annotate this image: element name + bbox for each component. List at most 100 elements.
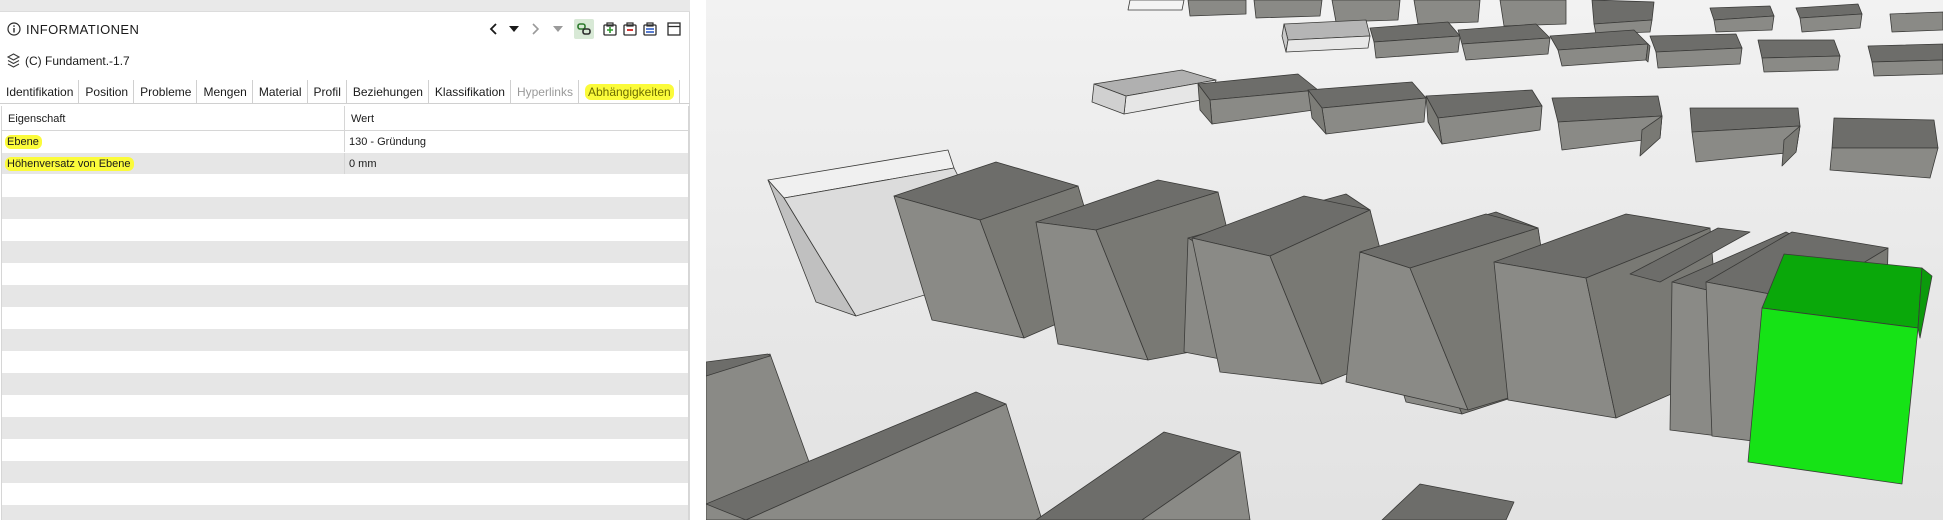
stack-icon: [6, 53, 21, 68]
property-cell: Höhenversatz von Ebene: [2, 153, 345, 174]
empty-row: [2, 175, 688, 197]
empty-row: [2, 461, 688, 483]
tab-label: Material: [258, 85, 302, 99]
add-to-group-button[interactable]: [600, 19, 620, 39]
element-name: (C) Fundament.-1.7: [25, 54, 130, 68]
foundation-block[interactable]: [1425, 89, 1543, 145]
foundation-block[interactable]: [1689, 107, 1801, 167]
empty-row: [2, 483, 688, 505]
remove-group-icon: [623, 22, 637, 36]
info-icon: [7, 22, 21, 36]
foundation-block[interactable]: [1649, 33, 1743, 69]
chevron-left-icon: [489, 23, 497, 35]
empty-row: [2, 439, 688, 461]
tab-beziehungen[interactable]: Beziehungen: [347, 80, 429, 103]
properties-table: Eigenschaft Wert Ebene 130 - Gründung Hö…: [1, 106, 689, 520]
foundation-block[interactable]: [1091, 69, 1217, 115]
foundation-block[interactable]: [1281, 19, 1371, 53]
empty-row: [2, 351, 688, 373]
foundation-block[interactable]: [1829, 117, 1939, 179]
chain-link-icon: [577, 23, 591, 35]
foundation-block[interactable]: [1413, 0, 1481, 25]
column-header-property[interactable]: Eigenschaft: [2, 106, 345, 130]
panel-header: INFORMATIONEN: [0, 12, 690, 46]
element-line: (C) Fundament.-1.7: [0, 50, 690, 72]
foundation-block[interactable]: [1591, 0, 1655, 35]
tab-profil[interactable]: Profil: [308, 80, 347, 103]
empty-row: [2, 373, 688, 395]
foundation-block[interactable]: [1035, 431, 1251, 520]
tab-klassifikation[interactable]: Klassifikation: [429, 80, 511, 103]
tab-label: Abhängigkeiten: [584, 84, 674, 100]
column-header-value[interactable]: Wert: [345, 106, 374, 130]
foundation-block[interactable]: [1381, 483, 1515, 520]
filter-button[interactable]: [548, 19, 568, 39]
property-name: Ebene: [5, 135, 42, 149]
tab-label: Position: [85, 85, 129, 99]
foundation-block[interactable]: [1867, 43, 1943, 77]
foundation-block[interactable]: [1187, 0, 1247, 17]
foundation-block[interactable]: [1499, 0, 1567, 27]
window-button[interactable]: [664, 19, 684, 39]
add-group-icon: [603, 22, 617, 36]
tab-mengen[interactable]: Mengen: [197, 80, 253, 103]
foundation-block[interactable]: [1795, 3, 1863, 33]
foundation-block[interactable]: [1549, 29, 1651, 67]
foundation-block[interactable]: [1307, 81, 1427, 135]
empty-row: [2, 329, 688, 351]
property-name: Höhenversatz von Ebene: [5, 157, 134, 171]
empty-row: [2, 197, 688, 219]
clear-group-button[interactable]: [640, 19, 660, 39]
table-header: Eigenschaft Wert: [2, 106, 688, 131]
tab-hyperlinks[interactable]: Hyperlinks: [511, 80, 579, 103]
value-cell[interactable]: 130 - Gründung: [345, 131, 426, 152]
tab-identifikation[interactable]: Identifikation: [0, 80, 80, 103]
tab-label: Identifikation: [6, 85, 74, 99]
caret-down-icon: [509, 26, 519, 32]
selected-foundation-block[interactable]: [1747, 253, 1933, 485]
link-toggle-button[interactable]: [574, 19, 594, 39]
foundation-block[interactable]: [1253, 0, 1323, 19]
empty-row: [2, 307, 688, 329]
forward-button[interactable]: [525, 19, 545, 39]
panel-separator[interactable]: [690, 0, 706, 520]
tab-label: Hyperlinks: [516, 85, 573, 99]
tab-label: Mengen: [203, 85, 247, 99]
information-panel: INFORMATIONEN (C) Fundament.-1.7 Identif…: [0, 0, 690, 520]
back-button[interactable]: [484, 19, 504, 39]
foundation-block[interactable]: [1757, 39, 1841, 73]
empty-row: [2, 417, 688, 439]
table-row[interactable]: Ebene 130 - Gründung: [2, 131, 688, 153]
window-icon: [667, 22, 681, 36]
tab-label: Beziehungen: [352, 85, 423, 99]
foundation-block[interactable]: [1889, 11, 1943, 33]
empty-row: [2, 285, 688, 307]
panel-top-strip: [0, 0, 690, 12]
table-row[interactable]: Höhenversatz von Ebene 0 mm: [2, 153, 688, 175]
chevron-right-icon: [532, 23, 540, 35]
foundation-block[interactable]: [1369, 21, 1461, 59]
clear-group-icon: [643, 22, 657, 36]
tab-abhaengigkeiten[interactable]: Abhängigkeiten: [579, 80, 680, 103]
tab-probleme[interactable]: Probleme: [134, 80, 198, 103]
tab-position[interactable]: Position: [79, 80, 135, 103]
foundation-block[interactable]: [1709, 5, 1775, 33]
history-menu-button[interactable]: [504, 19, 524, 39]
tab-bar: Identifikation Position Probleme Mengen …: [0, 80, 690, 104]
empty-row: [2, 395, 688, 417]
filter-icon: [553, 26, 563, 32]
3d-scene[interactable]: [706, 0, 1943, 520]
tab-material[interactable]: Material: [253, 80, 308, 103]
remove-from-group-button[interactable]: [620, 19, 640, 39]
foundation-block[interactable]: [1331, 0, 1401, 23]
foundation-block[interactable]: [1551, 95, 1663, 157]
foundation-block[interactable]: [1457, 23, 1551, 61]
tab-label: Profil: [313, 85, 341, 99]
empty-row: [2, 219, 688, 241]
foundation-block[interactable]: [1127, 0, 1185, 11]
empty-row: [2, 241, 688, 263]
value-cell[interactable]: 0 mm: [345, 153, 377, 174]
3d-viewport[interactable]: [706, 0, 1943, 520]
tab-label: Klassifikation: [434, 85, 505, 99]
tab-label: Probleme: [140, 85, 192, 99]
